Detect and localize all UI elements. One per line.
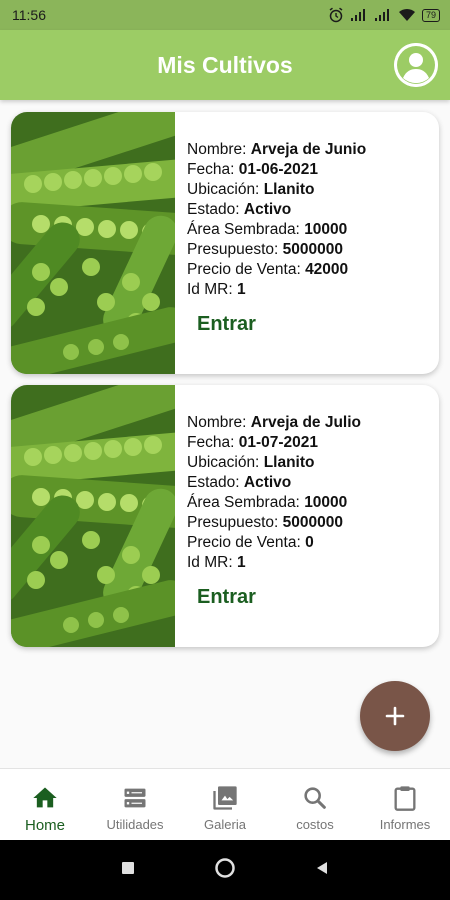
crop-status-row: Estado: Activo [187,200,366,220]
crop-status-row: Estado: Activo [187,473,361,493]
battery-level: 79 [421,8,440,22]
recents-button[interactable] [120,860,136,881]
crop-price-row: Precio de Venta: 42000 [187,260,366,280]
crop-status-value: Activo [243,201,292,218]
battery-icon: 79 [421,8,440,22]
status-time: 11:56 [12,7,46,23]
back-button[interactable] [314,860,330,881]
app-bar: Mis Cultivos [0,30,450,100]
gallery-icon [211,783,239,813]
crop-card: Nombre: Arveja de Julio Fecha: 01-07-202… [11,385,439,647]
bottom-navigation: Home Utilidades Galeria costos Informes [0,768,450,840]
crop-list: Nombre: Arveja de Junio Fecha: 01-06-202… [0,100,450,768]
crop-area-row: Área Sembrada: 10000 [187,220,366,240]
nav-item-galeria[interactable]: Galeria [180,769,270,840]
crop-card: Nombre: Arveja de Junio Fecha: 01-06-202… [11,112,439,374]
crop-budget-value: 5000000 [282,514,343,531]
crop-name-value: Arveja de Julio [250,414,362,431]
search-icon [301,783,329,813]
crop-price-value: 42000 [305,261,349,278]
crop-date-row: Fecha: 01-06-2021 [187,160,366,180]
crop-price-label: Precio de Venta: [187,534,306,551]
nav-label-informes: Informes [379,817,431,832]
crop-date-value: 01-06-2021 [238,161,318,178]
crop-budget-value: 5000000 [282,241,343,258]
crop-location-row: Ubicación: Llanito [187,180,366,200]
page-title: Mis Cultivos [157,51,293,78]
crop-name-value: Arveja de Junio [250,141,367,158]
crop-date-label: Fecha: [187,434,239,451]
system-navigation-bar [0,840,450,900]
wifi-icon [398,8,416,22]
nav-item-utilidades[interactable]: Utilidades [90,769,180,840]
clipboard-icon [391,783,419,813]
crop-status-label: Estado: [187,474,244,491]
crop-name-label: Nombre: [187,414,251,431]
account-icon [394,43,438,87]
crop-price-label: Precio de Venta: [187,261,306,278]
crop-id-value: 1 [236,554,246,571]
home-button[interactable] [214,857,236,884]
status-icons: 79 [328,7,440,23]
status-bar: 11:56 79 [0,0,450,30]
crop-name-row: Nombre: Arveja de Julio [187,413,361,433]
nav-item-home[interactable]: Home [0,769,90,840]
crop-image [11,385,175,647]
crop-area-value: 10000 [304,221,348,238]
crop-id-label: Id MR: [187,554,237,571]
crop-price-value: 0 [305,534,314,551]
crop-area-label: Área Sembrada: [187,221,305,238]
crop-area-label: Área Sembrada: [187,494,305,511]
nav-label-costos: costos [296,817,334,832]
crop-budget-row: Presupuesto: 5000000 [187,513,361,533]
crop-info: Nombre: Arveja de Julio Fecha: 01-07-202… [175,385,361,647]
crop-location-label: Ubicación: [187,454,264,471]
crop-price-row: Precio de Venta: 0 [187,533,361,553]
crop-name-label: Nombre: [187,141,251,158]
add-crop-button[interactable] [360,681,430,751]
home-icon [31,783,59,813]
signal-icon-2 [374,8,392,22]
crop-area-value: 10000 [304,494,348,511]
storage-icon [121,783,149,813]
alarm-icon [328,7,344,23]
plus-icon [385,706,405,726]
crop-location-value: Llanito [263,454,315,471]
crop-status-label: Estado: [187,201,244,218]
crop-budget-row: Presupuesto: 5000000 [187,240,366,260]
enter-button[interactable]: Entrar [197,587,256,607]
crop-id-label: Id MR: [187,281,237,298]
nav-item-informes[interactable]: Informes [360,769,450,840]
crop-location-row: Ubicación: Llanito [187,453,361,473]
nav-label-home: Home [24,817,65,834]
crop-location-label: Ubicación: [187,181,264,198]
crop-info: Nombre: Arveja de Junio Fecha: 01-06-202… [175,112,366,374]
crop-budget-label: Presupuesto: [187,241,283,258]
crop-id-value: 1 [236,281,246,298]
crop-budget-label: Presupuesto: [187,514,283,531]
profile-button[interactable] [394,43,438,87]
crop-date-row: Fecha: 01-07-2021 [187,433,361,453]
nav-item-costos[interactable]: costos [270,769,360,840]
signal-icon [350,8,368,22]
crop-status-value: Activo [243,474,292,491]
crop-area-row: Área Sembrada: 10000 [187,493,361,513]
crop-id-row: Id MR: 1 [187,553,361,573]
nav-label-galeria: Galeria [204,817,246,832]
crop-date-value: 01-07-2021 [238,434,318,451]
crop-name-row: Nombre: Arveja de Junio [187,140,366,160]
crop-image [11,112,175,374]
crop-location-value: Llanito [263,181,315,198]
enter-button[interactable]: Entrar [197,314,256,334]
crop-id-row: Id MR: 1 [187,280,366,300]
crop-date-label: Fecha: [187,161,239,178]
nav-label-utilidades: Utilidades [106,817,164,832]
